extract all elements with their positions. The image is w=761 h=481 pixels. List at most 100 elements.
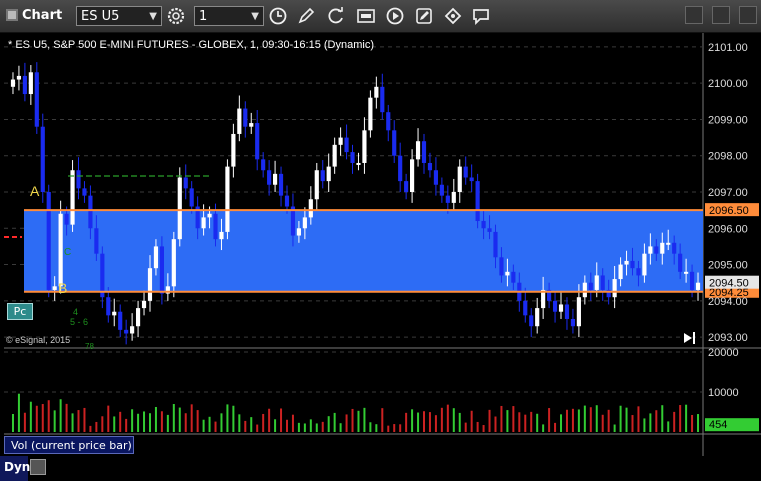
volume-bar	[464, 422, 467, 432]
volume-bar	[530, 411, 533, 432]
tag-icon[interactable]	[443, 6, 463, 26]
volume-bar	[101, 416, 104, 432]
candle-body	[171, 239, 176, 287]
volume-bar	[137, 413, 140, 432]
news-icon[interactable]	[356, 6, 376, 26]
volume-bar	[506, 410, 509, 432]
chevron-down-icon[interactable]: ▼	[149, 7, 157, 27]
candle-body	[570, 318, 576, 327]
volume-bar	[160, 411, 163, 432]
candle-body	[326, 166, 331, 182]
volume-bar	[357, 410, 360, 432]
play-icon[interactable]	[385, 6, 405, 26]
candle-body	[219, 231, 224, 240]
price-tick-label: 2101.00	[708, 42, 748, 54]
mark-b: B	[58, 280, 67, 296]
volume-bar	[571, 408, 574, 432]
comment-icon[interactable]	[471, 6, 491, 26]
volume-bar	[542, 424, 545, 432]
candle-body	[439, 184, 444, 196]
candle-body	[177, 177, 182, 240]
candle-body	[421, 141, 427, 163]
candle-body	[40, 126, 45, 192]
candle-body	[183, 177, 188, 189]
volume-tick-label: 10000	[708, 387, 739, 399]
dyn-button[interactable]: Dyn	[0, 456, 30, 481]
volume-bar	[619, 405, 622, 432]
volume-bar	[11, 414, 14, 432]
volume-bar	[262, 413, 265, 432]
volume-bar	[625, 407, 628, 432]
candle-body	[70, 170, 75, 225]
volume-bar	[333, 412, 336, 432]
last-price-label: 2094.50	[709, 278, 749, 290]
pc-badge[interactable]: Pc	[7, 303, 33, 320]
candle-body	[10, 79, 16, 87]
price-axis: 2101.00 2100.00 2099.00 2098.00 2097.00 2096.…	[708, 42, 748, 344]
volume-bar	[482, 425, 485, 432]
volume-bar	[107, 405, 110, 432]
candle-body	[624, 260, 629, 265]
small-label-4: 4	[73, 307, 78, 317]
volume-bar	[202, 419, 205, 432]
candle-body	[314, 170, 319, 200]
chevron-down-icon[interactable]: ▼	[251, 7, 259, 27]
candle-body	[261, 159, 266, 171]
candle-body	[380, 86, 385, 113]
refresh-icon[interactable]	[326, 6, 346, 26]
price-tick-label: 2096.00	[708, 223, 748, 235]
candle-body	[684, 271, 689, 274]
volume-bar	[327, 416, 330, 432]
volume-bar	[113, 416, 116, 432]
volume-bar	[375, 424, 378, 432]
candle-body	[118, 311, 123, 330]
volume-tick-label: 20000	[708, 347, 739, 359]
minimize-button[interactable]	[684, 6, 703, 24]
volume-bar	[220, 413, 223, 432]
pencil-icon[interactable]	[296, 6, 316, 26]
volume-bar	[667, 421, 670, 432]
maximize-button[interactable]	[711, 6, 730, 24]
volume-bar	[351, 408, 354, 432]
candle-body	[374, 86, 379, 98]
candle-body	[594, 275, 599, 290]
interval-input[interactable]: 1 ▼	[194, 6, 264, 26]
volume-bar	[393, 424, 396, 432]
candle-body	[552, 300, 558, 312]
candle-body	[457, 166, 462, 192]
candle-body	[463, 166, 468, 178]
candle-body	[100, 253, 105, 298]
volume-bar	[565, 409, 568, 432]
candle-body	[415, 141, 421, 160]
close-button[interactable]	[739, 6, 757, 24]
edit-icon[interactable]	[414, 6, 434, 26]
candle-body	[88, 195, 93, 229]
volume-bar	[524, 414, 527, 432]
candle-body	[356, 162, 361, 165]
volume-bar	[280, 408, 283, 432]
volume-bar	[77, 410, 80, 432]
link-icon[interactable]	[30, 459, 46, 475]
candle-body	[278, 173, 284, 196]
candle-body	[296, 228, 301, 236]
volume-bar	[595, 405, 598, 432]
candle-body	[147, 268, 153, 301]
candle-body	[94, 228, 99, 254]
candle-body	[386, 112, 391, 131]
volume-bar	[29, 401, 32, 432]
price-tick-label: 2100.00	[708, 78, 748, 90]
volume-bar	[256, 424, 259, 432]
price-chart[interactable]: 2096.502094.252094.50 2101.002100.002099…	[0, 33, 761, 456]
settings-gear-icon[interactable]	[166, 6, 186, 26]
candle-body	[398, 155, 403, 182]
candle-body	[130, 326, 135, 334]
candle-body	[672, 242, 677, 254]
symbol-input[interactable]: ES U5 ▼	[76, 6, 162, 26]
candle-body	[201, 217, 206, 229]
clock-icon[interactable]	[268, 6, 288, 26]
small-label-56: 5 - 6	[70, 317, 88, 327]
candle-body	[636, 268, 641, 276]
candle-body	[666, 242, 671, 245]
volume-study-label[interactable]: Vol (current price bar)	[4, 436, 134, 454]
volume-bar	[387, 425, 390, 432]
